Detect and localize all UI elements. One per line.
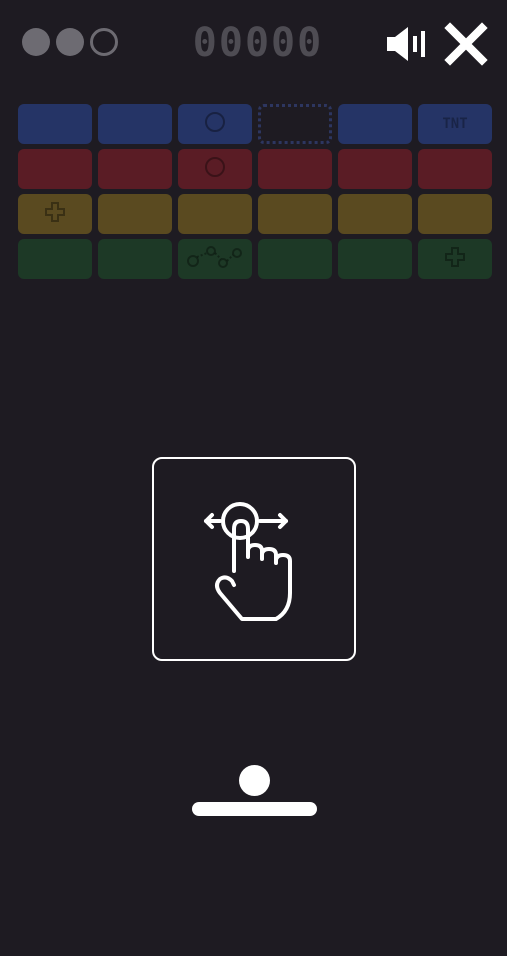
- brick-green: [98, 239, 172, 279]
- life-empty-icon: [90, 28, 118, 56]
- speaker-volume-icon: [387, 27, 425, 61]
- brick-row: [18, 149, 492, 189]
- brick-empty-slot: [258, 104, 332, 144]
- brick-green: [418, 239, 492, 279]
- brick-row: TNT: [18, 104, 492, 144]
- life-full-icon: [22, 28, 50, 56]
- brick-row: [18, 239, 492, 279]
- brick-label: TNT: [442, 116, 468, 132]
- brick-green: [18, 239, 92, 279]
- plus-powerup-icon: [443, 245, 467, 273]
- paddle[interactable]: [192, 802, 317, 816]
- brick-grid: TNT: [18, 104, 492, 284]
- brick-blue: [18, 104, 92, 144]
- brick-red: [98, 149, 172, 189]
- circle-powerup-icon: [203, 155, 227, 183]
- brick-red: [178, 149, 252, 189]
- score-display: 00000: [192, 20, 324, 66]
- brick-red: [418, 149, 492, 189]
- brick-blue: [98, 104, 172, 144]
- brick-yellow: [98, 194, 172, 234]
- brick-red: [338, 149, 412, 189]
- multiball-powerup-icon: [183, 243, 247, 275]
- ball: [239, 765, 270, 796]
- brick-yellow: [178, 194, 252, 234]
- brick-yellow: [18, 194, 92, 234]
- brick-blue: TNT: [418, 104, 492, 144]
- close-x-icon: [444, 22, 488, 66]
- brick-blue: [338, 104, 412, 144]
- swipe-tutorial-panel: [152, 457, 356, 661]
- circle-powerup-icon: [203, 110, 227, 138]
- sound-toggle-button[interactable]: [384, 22, 430, 66]
- brick-blue: [178, 104, 252, 144]
- swipe-hand-icon: [204, 502, 292, 621]
- plus-powerup-icon: [43, 200, 67, 228]
- brick-green: [338, 239, 412, 279]
- lives-indicator: [22, 28, 118, 56]
- brick-red: [258, 149, 332, 189]
- brick-red: [18, 149, 92, 189]
- brick-green: [178, 239, 252, 279]
- life-full-icon: [56, 28, 84, 56]
- close-button[interactable]: [444, 22, 488, 66]
- brick-yellow: [418, 194, 492, 234]
- brick-yellow: [258, 194, 332, 234]
- game-screen[interactable]: 00000 TNT: [0, 0, 507, 956]
- brick-row: [18, 194, 492, 234]
- brick-green: [258, 239, 332, 279]
- brick-yellow: [338, 194, 412, 234]
